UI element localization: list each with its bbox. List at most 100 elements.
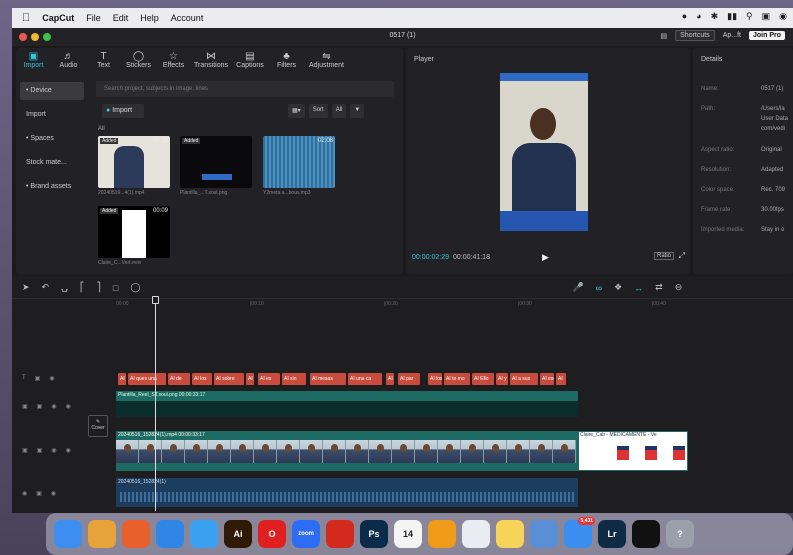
delete-icon[interactable]: □ (113, 283, 118, 293)
lock-icon[interactable]: ▣ (36, 490, 42, 497)
marker-icon[interactable]: ◯ (130, 282, 140, 293)
status-icon[interactable]: ● (682, 11, 687, 22)
cover-button[interactable]: ✎ Cover (88, 415, 108, 437)
caption-chip[interactable]: AI sin (282, 373, 306, 385)
caption-chip[interactable]: AI una ca (348, 373, 382, 385)
media-clip[interactable]: Added (180, 136, 252, 188)
notes-icon[interactable] (496, 520, 524, 548)
eye-icon[interactable]: ◉ (49, 375, 54, 382)
filter-icon[interactable]: ▼ (350, 104, 365, 118)
tab-captions[interactable]: ▤ Captions (231, 48, 269, 74)
zoom-icon[interactable]: zoom (292, 520, 320, 548)
eye-icon[interactable]: ◉ (51, 403, 56, 410)
menu-account[interactable]: Account (171, 13, 204, 23)
caption-chip[interactable]: AI ques una (128, 373, 166, 385)
nav-brand-assets[interactable]: • Brand assets (20, 178, 84, 196)
siri-icon[interactable]: ◉ (779, 11, 787, 22)
audio-clip[interactable] (116, 478, 578, 507)
join-pro-button[interactable]: Join Pro (748, 31, 785, 40)
ratio-button[interactable]: Ratio (653, 252, 674, 260)
caption-chip[interactable]: AI los (428, 373, 442, 385)
menu-edit[interactable]: Edit (113, 13, 129, 23)
caption-chip[interactable]: AI (118, 373, 126, 385)
microphone-icon[interactable]: 🎤 (572, 282, 583, 293)
tab-text[interactable]: T Text (86, 48, 121, 74)
caption-chip[interactable]: AI los (192, 373, 212, 385)
caption-chip[interactable]: AI (246, 373, 254, 385)
caption-chip[interactable]: AI par (398, 373, 420, 385)
search-input[interactable]: Search project, subjects in image, lines (96, 81, 394, 97)
audio-toggle-icon[interactable]: ◉ (66, 403, 71, 410)
tab-effects[interactable]: ☆ Effects (156, 48, 191, 74)
menu-app[interactable]: CapCut (42, 13, 74, 23)
nav-device[interactable]: • Device (20, 82, 84, 100)
shortcuts-button[interactable]: Shortcuts (675, 30, 715, 41)
nav-spaces[interactable]: • Spaces (20, 130, 84, 148)
caption-chip[interactable]: AI mesas (310, 373, 346, 385)
playhead-handle[interactable] (152, 296, 159, 304)
split-right-icon[interactable]: ⎤ (96, 282, 101, 293)
view-mode-button[interactable]: ▦▾ (288, 104, 305, 118)
launchpad-icon[interactable] (88, 520, 116, 548)
finder-icon[interactable] (54, 520, 82, 548)
caption-chip[interactable]: AI de (168, 373, 190, 385)
tab-transitions[interactable]: ⋈ Transitions (191, 48, 231, 74)
battery-icon[interactable]: ▮▮ (727, 11, 737, 22)
tab-stickers[interactable]: ◯ Stickers (121, 48, 156, 74)
tab-adjustment[interactable]: ⇋ Adjustment (304, 48, 349, 74)
bluetooth-icon[interactable]: ✱ (711, 11, 719, 22)
time-machine-icon[interactable]: ◕ (696, 11, 701, 22)
fullscreen-icon[interactable]: ⤢ (679, 251, 685, 261)
media-clip[interactable]: 02:08 (263, 136, 335, 188)
keynote-icon[interactable] (156, 520, 184, 548)
split-icon[interactable]: ⍽ (61, 282, 68, 293)
caption-chip[interactable]: AI es (258, 373, 280, 385)
audio-toggle-icon[interactable]: ◉ (51, 490, 56, 497)
lock-icon[interactable]: ▣ (37, 447, 43, 454)
menu-help[interactable]: Help (140, 13, 159, 23)
zoom-out-icon[interactable]: ⊖ (675, 282, 683, 293)
acrobat-icon[interactable] (326, 520, 354, 548)
capcut-icon[interactable] (632, 520, 660, 548)
caption-chip[interactable]: AI Ello (472, 373, 494, 385)
media-clip[interactable]: Added 00:35 (98, 136, 170, 188)
nav-stock[interactable]: Stock mate... (20, 154, 84, 172)
preview-icon[interactable] (530, 520, 558, 548)
preview-axis-icon[interactable]: ⇄ (655, 282, 663, 293)
undo-icon[interactable]: ↶ (42, 282, 50, 293)
control-center-icon[interactable]: ▣ (762, 11, 771, 22)
lock-icon[interactable]: ▣ (37, 403, 43, 410)
video-preview[interactable] (500, 73, 588, 231)
tab-audio[interactable]: ♬ Audio (51, 48, 86, 74)
eye-icon[interactable]: ◉ (51, 447, 56, 454)
caption-chip[interactable]: AI a sus (510, 373, 538, 385)
activity-icon[interactable] (462, 520, 490, 548)
caption-chip[interactable]: AI (386, 373, 394, 385)
tab-import[interactable]: ▣ Import (16, 48, 51, 74)
filter-all-button[interactable]: All (331, 104, 347, 118)
caption-chip[interactable]: AI te mo (444, 373, 470, 385)
lock-icon[interactable]: ▣ (35, 375, 41, 382)
apple-icon[interactable]:  (22, 12, 30, 24)
tab-filters[interactable]: ♣ Filters (269, 48, 304, 74)
playhead[interactable] (155, 297, 156, 511)
select-tool-icon[interactable]: ➤ (22, 282, 30, 293)
caption-chip[interactable]: AI (556, 373, 566, 385)
caption-chip[interactable]: AI y (496, 373, 508, 385)
split-left-icon[interactable]: ⎡ (80, 282, 85, 293)
pages-icon[interactable] (428, 520, 456, 548)
link-icon[interactable]: ∞ (596, 283, 602, 293)
help-icon[interactable]: ? (666, 520, 694, 548)
nav-import[interactable]: Import (20, 106, 84, 124)
media-clip[interactable]: Added 00:09 (98, 206, 170, 258)
snap-icon[interactable]: ↔ (634, 283, 643, 293)
search-icon[interactable]: ⚲ (746, 11, 753, 22)
firefox-icon[interactable] (122, 520, 150, 548)
opera-icon[interactable]: O (258, 520, 286, 548)
illustrator-icon[interactable]: Ai (224, 520, 252, 548)
menu-file[interactable]: File (86, 13, 101, 23)
caption-chip[interactable]: AI sobre (214, 373, 244, 385)
sort-button[interactable]: Sort (308, 104, 328, 118)
magnet-icon[interactable]: ❖ (614, 282, 622, 293)
mail-icon[interactable]: 5,431 (564, 517, 595, 548)
